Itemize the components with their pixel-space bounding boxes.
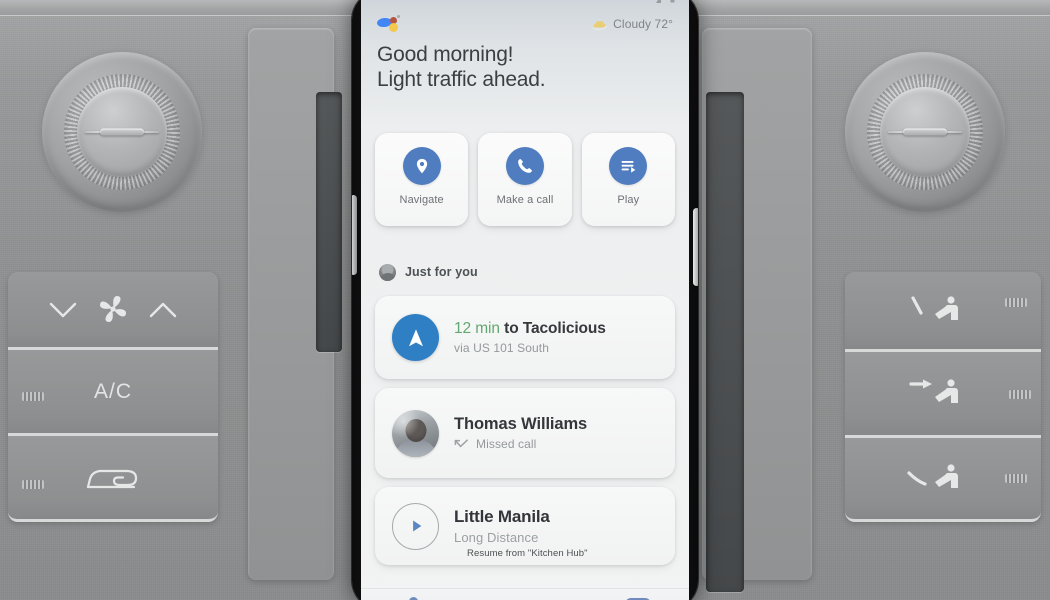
missed-call-arrow-icon <box>454 438 468 447</box>
action-label-play: Play <box>617 194 640 206</box>
partly-cloudy-icon <box>592 20 608 30</box>
google-assistant-logo-icon[interactable] <box>376 15 403 33</box>
greeting-top-row: Cloudy 72° <box>376 12 673 36</box>
greeting-line-2: Light traffic ahead. <box>377 68 546 91</box>
navigation-card-title: 12 min to Tacolicious <box>454 320 606 338</box>
weather-text: Cloudy 72° <box>613 17 673 31</box>
media-resume-text: Resume from "Kitchen Hub" <box>467 548 588 559</box>
ac-button[interactable]: A/C <box>8 350 218 436</box>
seat-led-indicator <box>1009 390 1031 399</box>
seat-cushion-tilt-button[interactable] <box>845 438 1041 522</box>
fan-speed-row[interactable] <box>8 272 218 350</box>
contact-name: Thomas Williams <box>454 415 588 433</box>
feed-card-missed-call[interactable]: Thomas Williams Missed call <box>375 388 675 478</box>
action-label-navigate: Navigate <box>399 194 444 206</box>
action-card-make-a-call[interactable]: Make a call <box>478 133 572 226</box>
navigation-arrow-icon <box>392 314 439 361</box>
action-card-navigate[interactable]: Navigate <box>375 133 469 226</box>
status-bar-icons <box>656 0 675 3</box>
navigation-eta: 12 min <box>454 320 500 337</box>
quick-actions-row: Navigate Make a call Play <box>361 133 689 226</box>
contact-photo-avatar <box>392 409 439 457</box>
feed-card-navigation[interactable]: 12 min to Tacolicious via US 101 South <box>375 296 675 379</box>
ac-led-indicator <box>22 392 44 401</box>
seat-slide-button[interactable] <box>845 352 1041 438</box>
status-bar-time: 9:00 <box>375 0 395 3</box>
seat-control-panel <box>845 272 1041 522</box>
phone-icon <box>505 147 544 185</box>
phone-volume-button[interactable] <box>352 195 357 275</box>
vent-ring-inner <box>880 87 970 177</box>
air-recirculation-button[interactable] <box>8 436 218 522</box>
just-for-you-label: Just for you <box>405 265 478 279</box>
weather-widget[interactable]: Cloudy 72° <box>591 17 673 31</box>
media-title: Little Manila <box>454 507 550 526</box>
seat-led-indicator <box>1005 298 1027 307</box>
greeting-text: Good morning! Light traffic ahead. <box>377 42 673 92</box>
play-circle-outline-icon[interactable] <box>392 502 439 550</box>
action-card-play[interactable]: Play <box>581 133 675 226</box>
phone-device: 9:00 <box>352 0 698 600</box>
scene-root: A/C Cloudy 72° Good morning! Light traff… <box>0 0 1050 600</box>
media-card-text: Little Manila Long Distance <box>454 507 550 545</box>
missed-call-card-text: Thomas Williams Missed call <box>454 415 587 451</box>
vent-blade-knob[interactable] <box>100 128 144 136</box>
navigation-destination: to Tacolicious <box>499 320 606 337</box>
vent-ring-inner <box>77 87 167 177</box>
navigation-card-subtitle: via US 101 South <box>454 341 549 355</box>
media-playlist-icon <box>609 147 648 185</box>
bottom-navigation-bar <box>361 588 689 600</box>
seat-tilt-icon <box>907 463 958 488</box>
left-console-recess <box>316 92 342 352</box>
person-avatar-icon <box>379 263 396 281</box>
action-label-make-a-call: Make a call <box>496 194 554 206</box>
climate-control-panel: A/C <box>8 272 218 522</box>
ac-button-label: A/C <box>93 379 132 403</box>
vent-blade-knob[interactable] <box>903 128 947 136</box>
just-for-you-section-header: Just for you <box>361 260 689 284</box>
battery-icon <box>670 0 675 3</box>
recirculate-icon <box>86 469 138 488</box>
seat-back-recline-button[interactable] <box>845 272 1041 352</box>
greeting-header: Cloudy 72° Good morning! Light traffic a… <box>361 4 689 92</box>
right-console-recess <box>706 92 744 592</box>
right-air-vent[interactable] <box>845 52 1005 212</box>
greeting-line-1: Good morning! <box>377 43 514 66</box>
missed-call-status-row: Missed call <box>454 437 587 451</box>
seat-led-indicator <box>1005 474 1027 483</box>
phone-power-button[interactable] <box>693 208 698 286</box>
location-pin-icon <box>402 147 441 185</box>
phone-screen: 9:00 <box>361 0 689 600</box>
fan-row-icons <box>49 295 177 322</box>
fan-icon <box>100 295 126 322</box>
left-air-vent[interactable] <box>42 52 202 212</box>
seat-slide-icon <box>909 378 958 403</box>
media-subtitle: Long Distance <box>454 530 539 545</box>
missed-call-status-text: Missed call <box>476 437 537 451</box>
feed-card-media[interactable]: Little Manila Long Distance Resume from … <box>375 487 675 565</box>
seat-recline-icon <box>911 295 958 320</box>
navigation-card-text: 12 min to Tacolicious via US 101 South <box>454 320 606 355</box>
recirculation-led-indicator <box>22 480 44 489</box>
signal-icon <box>656 0 661 3</box>
